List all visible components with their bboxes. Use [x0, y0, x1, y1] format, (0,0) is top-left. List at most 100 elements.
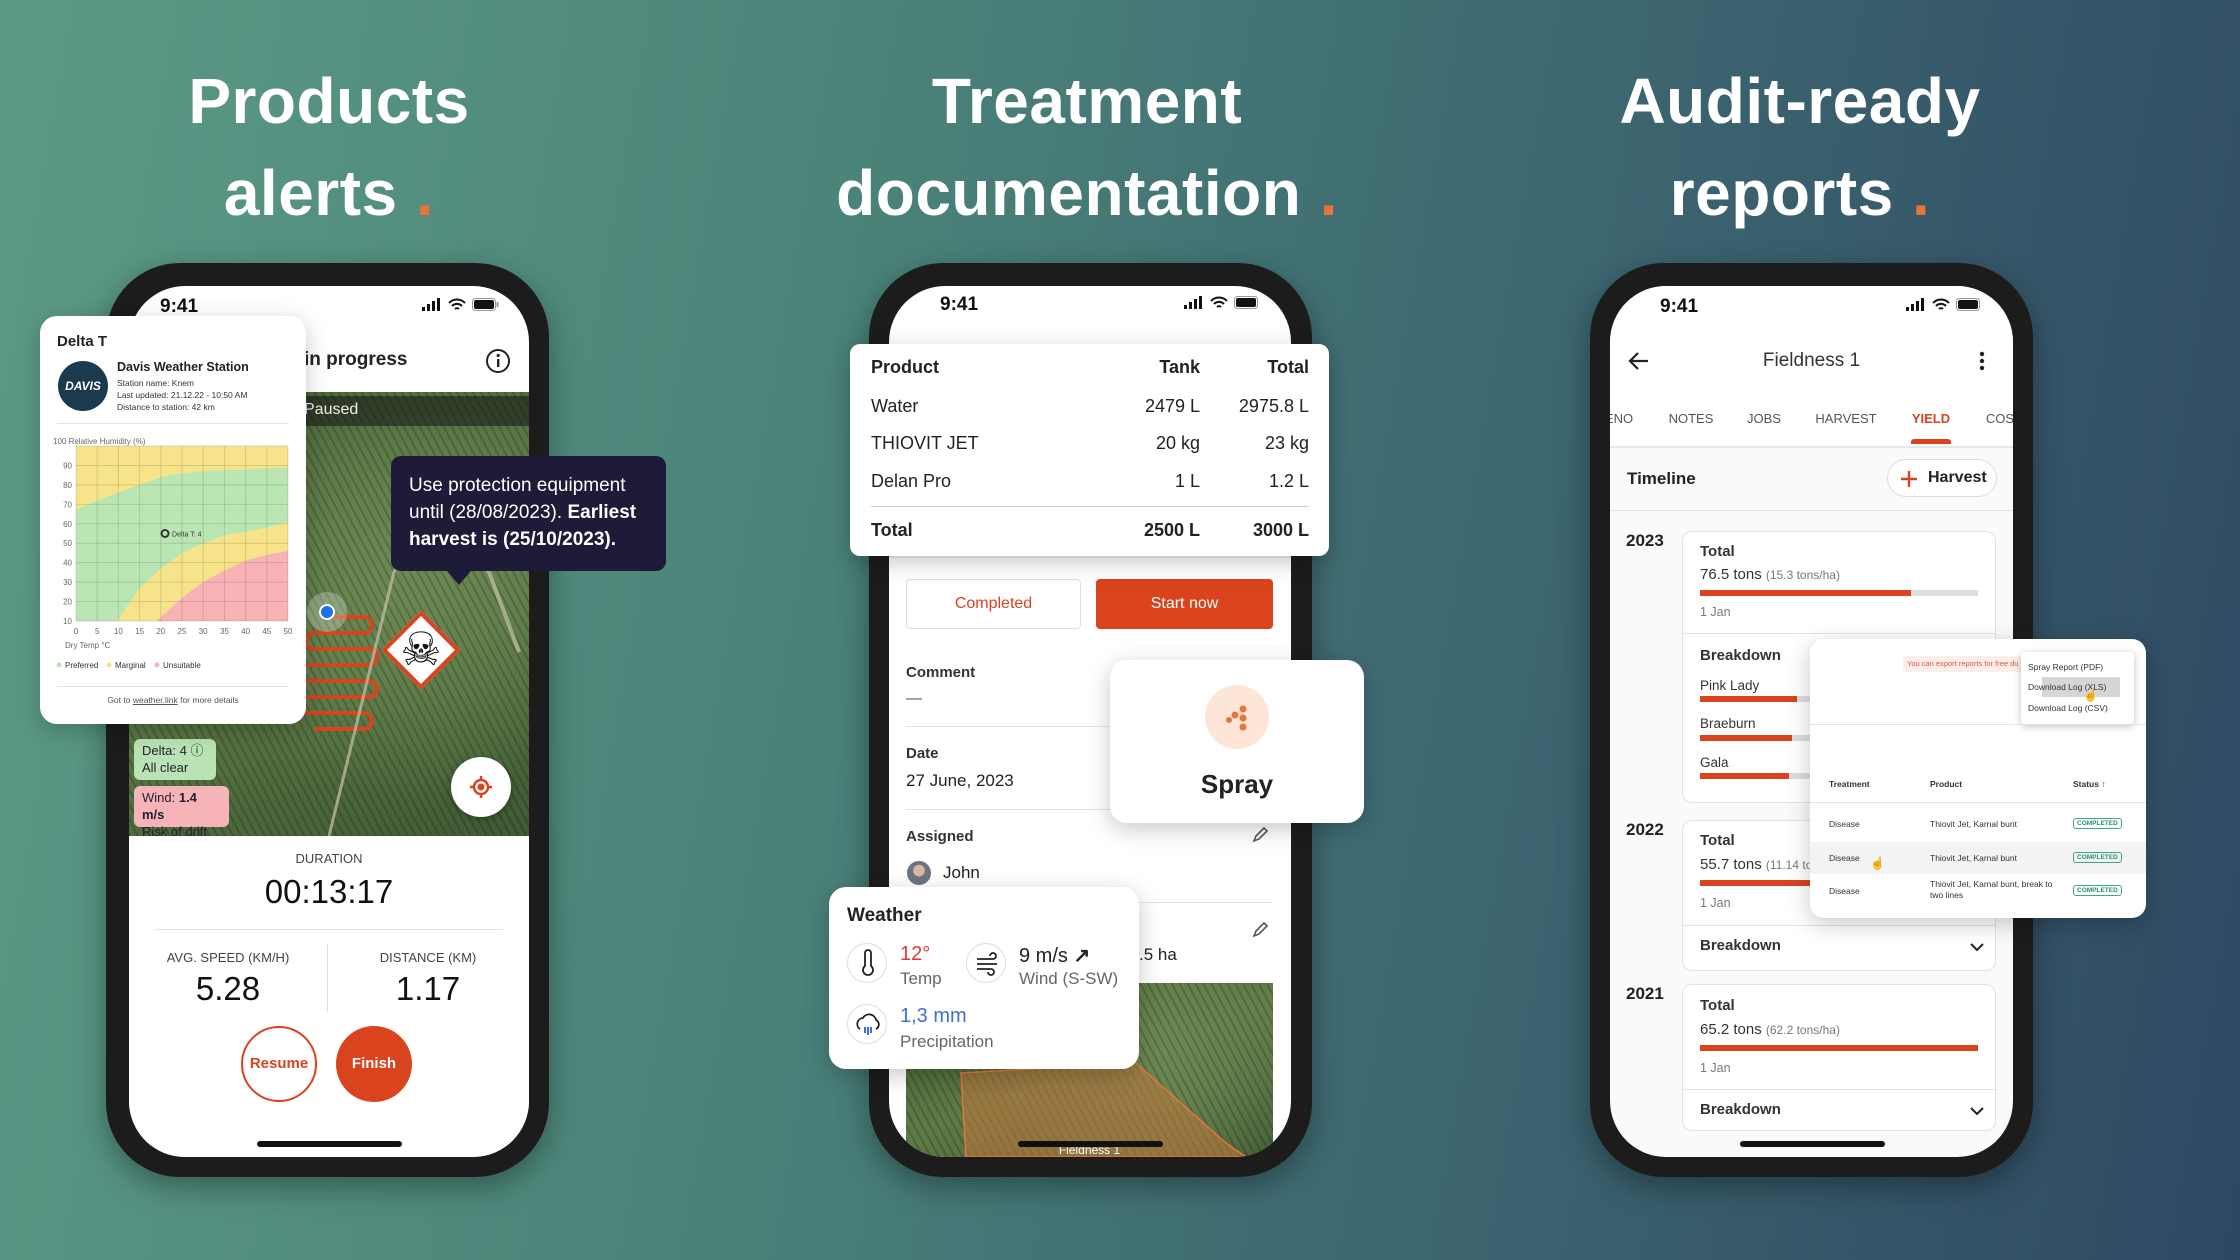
tab-yield[interactable]: YIELD: [1891, 411, 1971, 426]
x-tick-label: 40: [241, 627, 250, 636]
harvest-date: 1 Jan: [1700, 605, 1731, 619]
harvest-date: 1 Jan: [1700, 1061, 1731, 1075]
column-header-product[interactable]: Product: [1930, 779, 1962, 789]
hazard-skull-icon[interactable]: ☠: [378, 607, 464, 693]
tab-harvest[interactable]: HARVEST: [1806, 411, 1886, 426]
finish-button[interactable]: Finish: [336, 1026, 412, 1102]
year-label: 2023: [1626, 531, 1664, 550]
spray-type-card[interactable]: Spray: [1110, 660, 1364, 823]
wind-badge[interactable]: Wind: 1.4 m/s Risk of drift: [134, 786, 229, 839]
status-icons: [1906, 298, 1983, 311]
battery-icon: [1956, 298, 1980, 311]
variety-name: Gala: [1700, 755, 1729, 770]
signal-icon: [422, 298, 440, 311]
x-tick-label: 20: [156, 627, 165, 636]
year-label: 2021: [1626, 984, 1664, 1003]
assigned-label: Assigned: [906, 828, 974, 845]
weather-link-footer: Got to weather.link for more details: [107, 695, 239, 705]
home-indicator: [257, 1141, 402, 1147]
total-tons: 65.2 tons (62.2 tons/ha): [1700, 1021, 1840, 1038]
completed-button[interactable]: Completed: [906, 579, 1081, 629]
info-icon: ⓘ: [190, 743, 204, 758]
y-axis-label: 100 Relative Humidity (%): [53, 437, 146, 446]
wifi-icon: [1210, 296, 1228, 308]
progress-fill: [1700, 696, 1798, 702]
progress-fill: [1700, 1045, 1978, 1051]
tab-notes[interactable]: NOTES: [1651, 411, 1731, 426]
breakdown-toggle[interactable]: Breakdown: [1700, 1101, 1781, 1118]
start-now-button[interactable]: Start now: [1096, 579, 1273, 629]
current-location-dot: [319, 604, 335, 620]
headline-products-alerts: Products alerts .: [188, 65, 470, 229]
column-header-total: Total: [1267, 357, 1309, 377]
wind-icon: [966, 943, 1006, 983]
pointer-cursor-icon: ☝: [1870, 856, 1885, 870]
assignee-name: John: [943, 863, 980, 882]
add-harvest-button[interactable]: Harvest: [1887, 459, 1997, 497]
comment-value: —: [906, 690, 922, 707]
paused-label: Paused: [304, 401, 359, 418]
status-badge: COMPLETED: [2073, 818, 2122, 829]
total-label: Total: [1700, 543, 1735, 560]
legend-entry: Unsuitable: [163, 661, 201, 670]
y-tick-label: 60: [63, 520, 72, 529]
year-label: 2022: [1626, 820, 1664, 839]
edit-pencil-icon[interactable]: [1251, 921, 1269, 939]
weather-link[interactable]: weather.link: [133, 695, 178, 705]
x-tick-label: 30: [199, 627, 208, 636]
legend-marker: [106, 662, 112, 668]
menu-item-download-log-csv[interactable]: Download Log (CSV): [2028, 703, 2108, 713]
tab-cos[interactable]: COS: [1960, 411, 2013, 426]
edit-pencil-icon[interactable]: [1251, 826, 1269, 844]
recenter-button[interactable]: [451, 757, 511, 817]
legend-entry: Marginal: [115, 661, 146, 670]
precip-label: Precipitation: [900, 1032, 994, 1051]
tab-jobs[interactable]: JOBS: [1724, 411, 1804, 426]
home-indicator: [1739, 1141, 1885, 1147]
delta-badge[interactable]: Delta: 4 ⓘ All clear: [134, 739, 216, 780]
avatar: [907, 861, 931, 885]
total-tons: 55.7 tons (11.14 to: [1700, 856, 1813, 873]
distance-label: DISTANCE (KM): [379, 950, 477, 965]
menu-item-spray-report-pdf[interactable]: Spray Report (PDF): [2028, 662, 2103, 672]
x-tick-label: 35: [220, 627, 229, 636]
variety-name: Braeburn: [1700, 716, 1756, 731]
info-icon[interactable]: [485, 348, 511, 374]
chevron-down-icon[interactable]: [1970, 942, 1984, 952]
weather-title: Weather: [847, 905, 922, 926]
y-tick-label: 80: [63, 481, 72, 490]
wind-label: Wind (S-SW): [1019, 969, 1119, 988]
legend-marker: [56, 662, 62, 668]
yield-progress: [1700, 590, 1978, 596]
resume-button[interactable]: Resume: [241, 1026, 317, 1102]
home-indicator: [1018, 1141, 1163, 1147]
status-icons: [422, 298, 499, 311]
protection-tooltip: Use protection equipment until (28/08/20…: [391, 456, 666, 585]
x-tick-label: 5: [95, 627, 100, 636]
status-time: 9:41: [940, 294, 979, 315]
table-row[interactable]: Disease Thiovit Jet, Karnal bunt COMPLETED…: [1810, 842, 2146, 874]
yield-card-2021: Total 65.2 tons (62.2 tons/ha) 1 Jan Bre…: [1682, 984, 1996, 1131]
breakdown-label: Breakdown: [1700, 647, 1781, 664]
duration-label: DURATION: [295, 851, 363, 866]
column-header-tank: Tank: [1159, 357, 1200, 377]
more-options-icon[interactable]: [1978, 350, 1986, 372]
total-label: Total: [1700, 997, 1735, 1014]
speed-label: AVG. SPEED (KM/H): [166, 950, 290, 965]
column-header-treatment[interactable]: Treatment: [1829, 779, 1870, 789]
wind-value: 9 m/s ↗: [1019, 945, 1091, 967]
timeline-title: Timeline: [1627, 469, 1696, 488]
status-time: 9:41: [1660, 296, 1699, 317]
legend-marker: [154, 662, 160, 668]
date-label: Date: [906, 745, 939, 762]
y-tick-label: 30: [63, 578, 72, 587]
column-header-status[interactable]: Status ↑: [2073, 779, 2106, 789]
field-title: Fieldness 1: [1762, 350, 1861, 371]
breakdown-toggle[interactable]: Breakdown: [1700, 937, 1781, 954]
thermometer-icon: [847, 943, 887, 983]
chevron-down-icon[interactable]: [1970, 1106, 1984, 1116]
spray-label: Spray: [1200, 769, 1274, 799]
export-banner: You can export reports for free du: [1903, 656, 2023, 672]
y-tick-label: 70: [63, 500, 72, 509]
total-label: Total: [1700, 832, 1735, 849]
